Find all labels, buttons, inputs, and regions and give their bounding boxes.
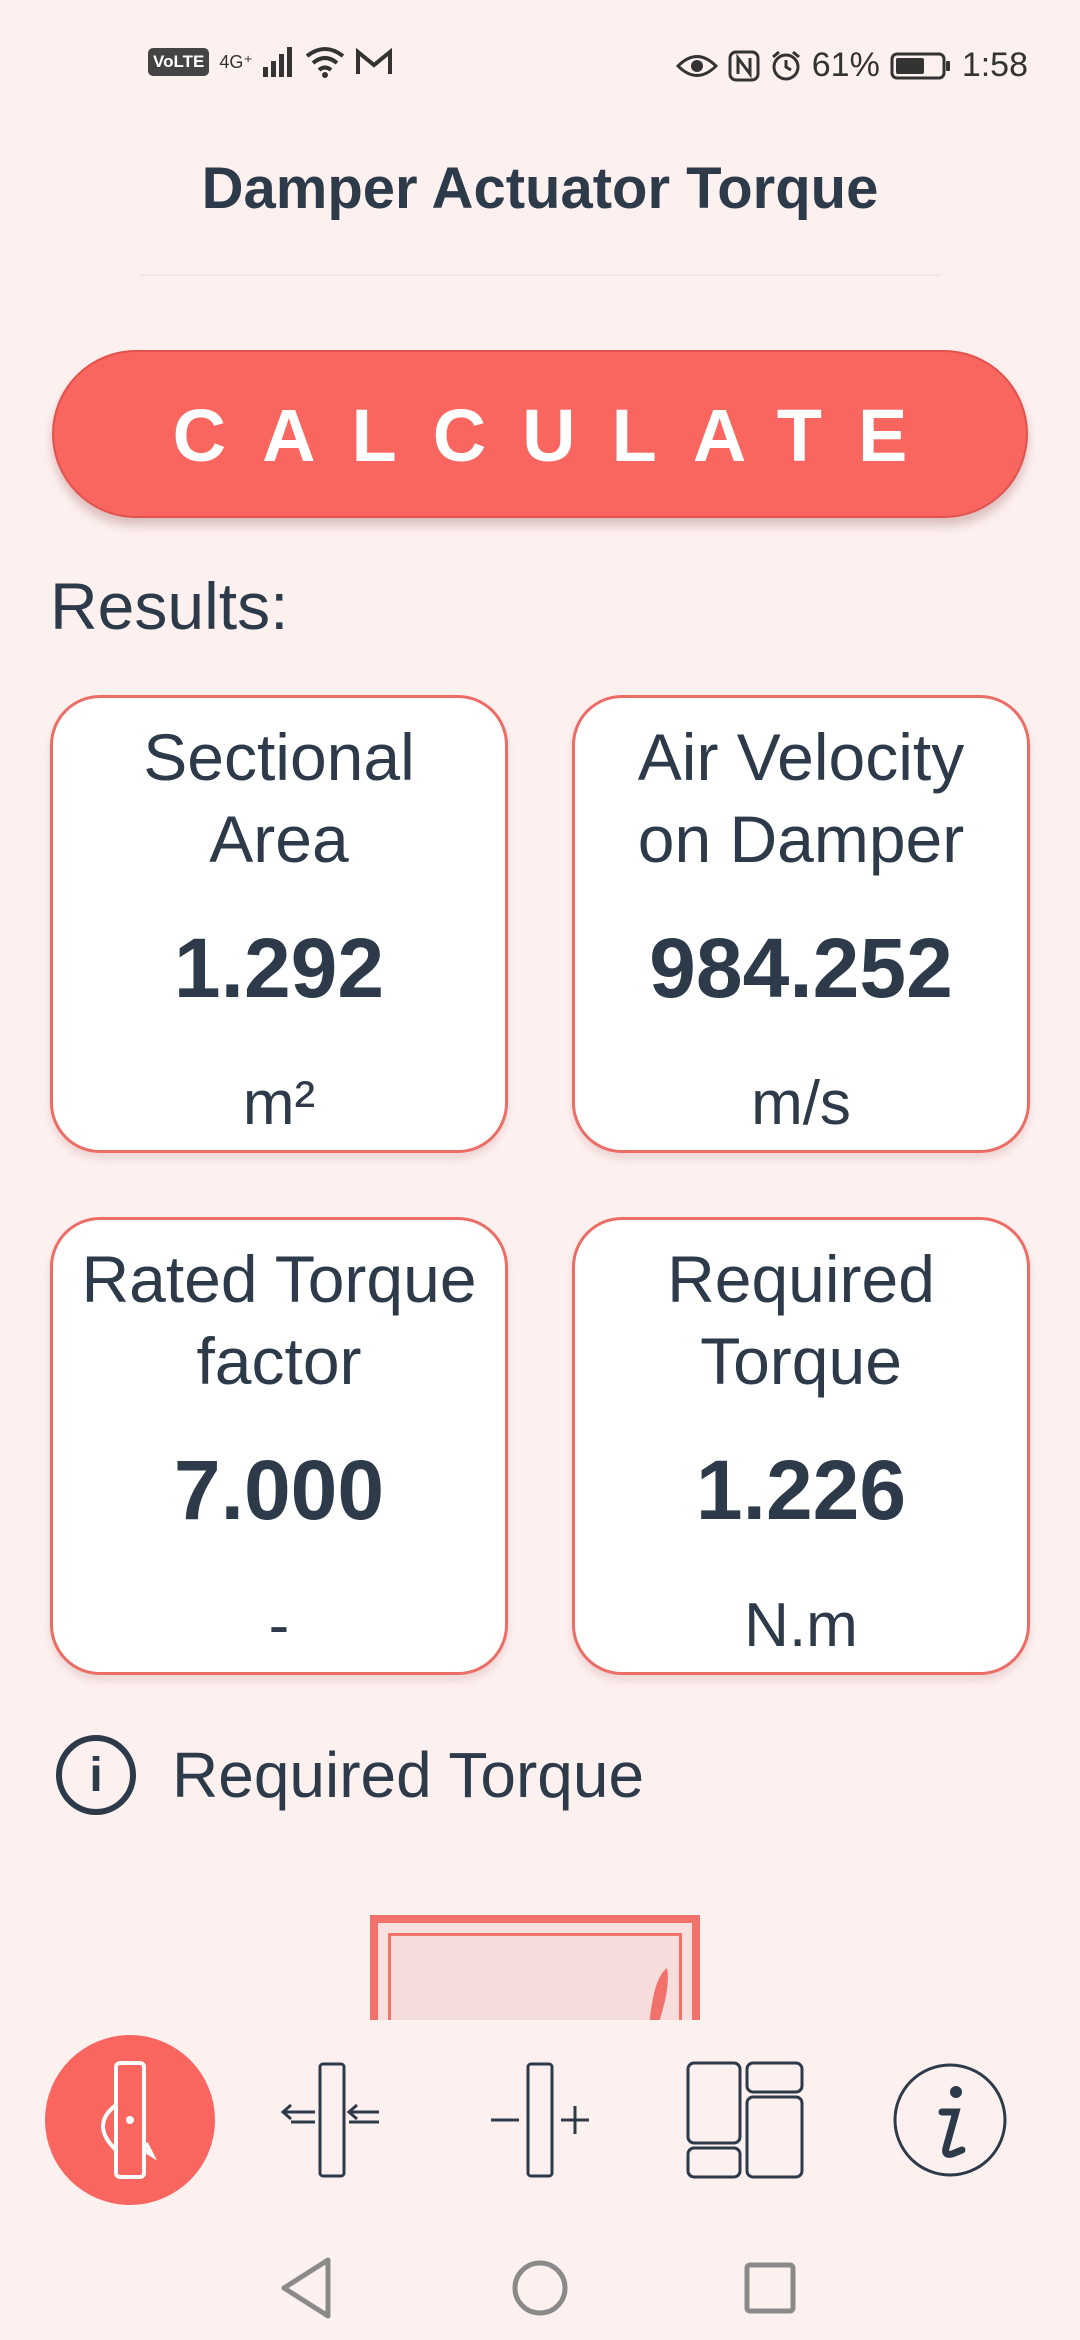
card-unit: N.m (744, 1591, 858, 1660)
status-right: 61% 1:58 (675, 46, 1028, 85)
torque-icon (101, 2061, 157, 2179)
result-card-sectional-area: Sectional Area 1.292 m² (50, 695, 508, 1153)
results-label: Results: (50, 569, 289, 643)
eye-icon (675, 54, 718, 77)
signal-icon (262, 47, 292, 77)
damper-diagram-inner (388, 1933, 682, 2020)
card-value: 1.292 (173, 921, 385, 1015)
wifi-icon (305, 47, 345, 78)
card-value: 1.226 (695, 1443, 907, 1537)
back-icon[interactable] (268, 2248, 348, 2328)
network-type: 4G⁺ (219, 51, 253, 72)
result-card-required-torque: Required Torque 1.226 N.m (572, 1217, 1030, 1675)
card-label: Sectional Area (143, 720, 415, 876)
damper-plus-minus-icon (491, 2062, 589, 2178)
result-card-air-velocity: Air Velocity on Damper 984.252 m/s (572, 695, 1030, 1153)
card-label: Required Torque (667, 1242, 935, 1398)
info-row[interactable]: i Required Torque (56, 1735, 644, 1815)
home-icon[interactable] (500, 2248, 580, 2328)
card-label: Air Velocity on Damper (637, 720, 965, 876)
info-circle-icon: i (56, 1735, 136, 1815)
result-card-rated-torque-factor: Rated Torque factor 7.000 - (50, 1217, 508, 1675)
damper-arrow-icon (649, 1968, 668, 2028)
nfc-icon (728, 50, 760, 81)
alarm-icon (771, 50, 800, 80)
status-bar: VoLTE 4G⁺ 61% 1:58 (0, 0, 1080, 130)
airflow-damper-icon (280, 2062, 379, 2178)
card-unit: m/s (751, 1069, 851, 1138)
nav-info[interactable] (865, 2035, 1035, 2205)
card-value: 7.000 (173, 1443, 385, 1537)
calculate-button[interactable]: CALCULATE (52, 350, 1028, 518)
nav-layout[interactable] (660, 2035, 830, 2205)
gmail-icon (355, 48, 392, 74)
battery-icon (890, 52, 950, 79)
nav-damper-size[interactable] (455, 2035, 625, 2205)
title-divider (140, 274, 940, 276)
info-icon (893, 2063, 1007, 2177)
card-value: 984.252 (649, 921, 953, 1015)
nav-torque[interactable] (45, 2035, 215, 2205)
nav-air-velocity[interactable] (247, 2035, 417, 2205)
info-text: Required Torque (172, 1739, 645, 1811)
status-left: VoLTE 4G⁺ (148, 46, 393, 78)
card-label: Rated Torque factor (81, 1242, 477, 1398)
page-title: Damper Actuator Torque (201, 156, 879, 221)
layout-icon (686, 2061, 804, 2179)
volte-badge: VoLTE (148, 48, 210, 76)
damper-diagram (370, 1915, 700, 2028)
battery-percent: 61% (811, 46, 880, 84)
recents-icon[interactable] (730, 2248, 810, 2328)
clock: 1:58 (961, 46, 1028, 84)
card-unit: m² (242, 1069, 316, 1138)
card-unit: - (268, 1591, 290, 1660)
